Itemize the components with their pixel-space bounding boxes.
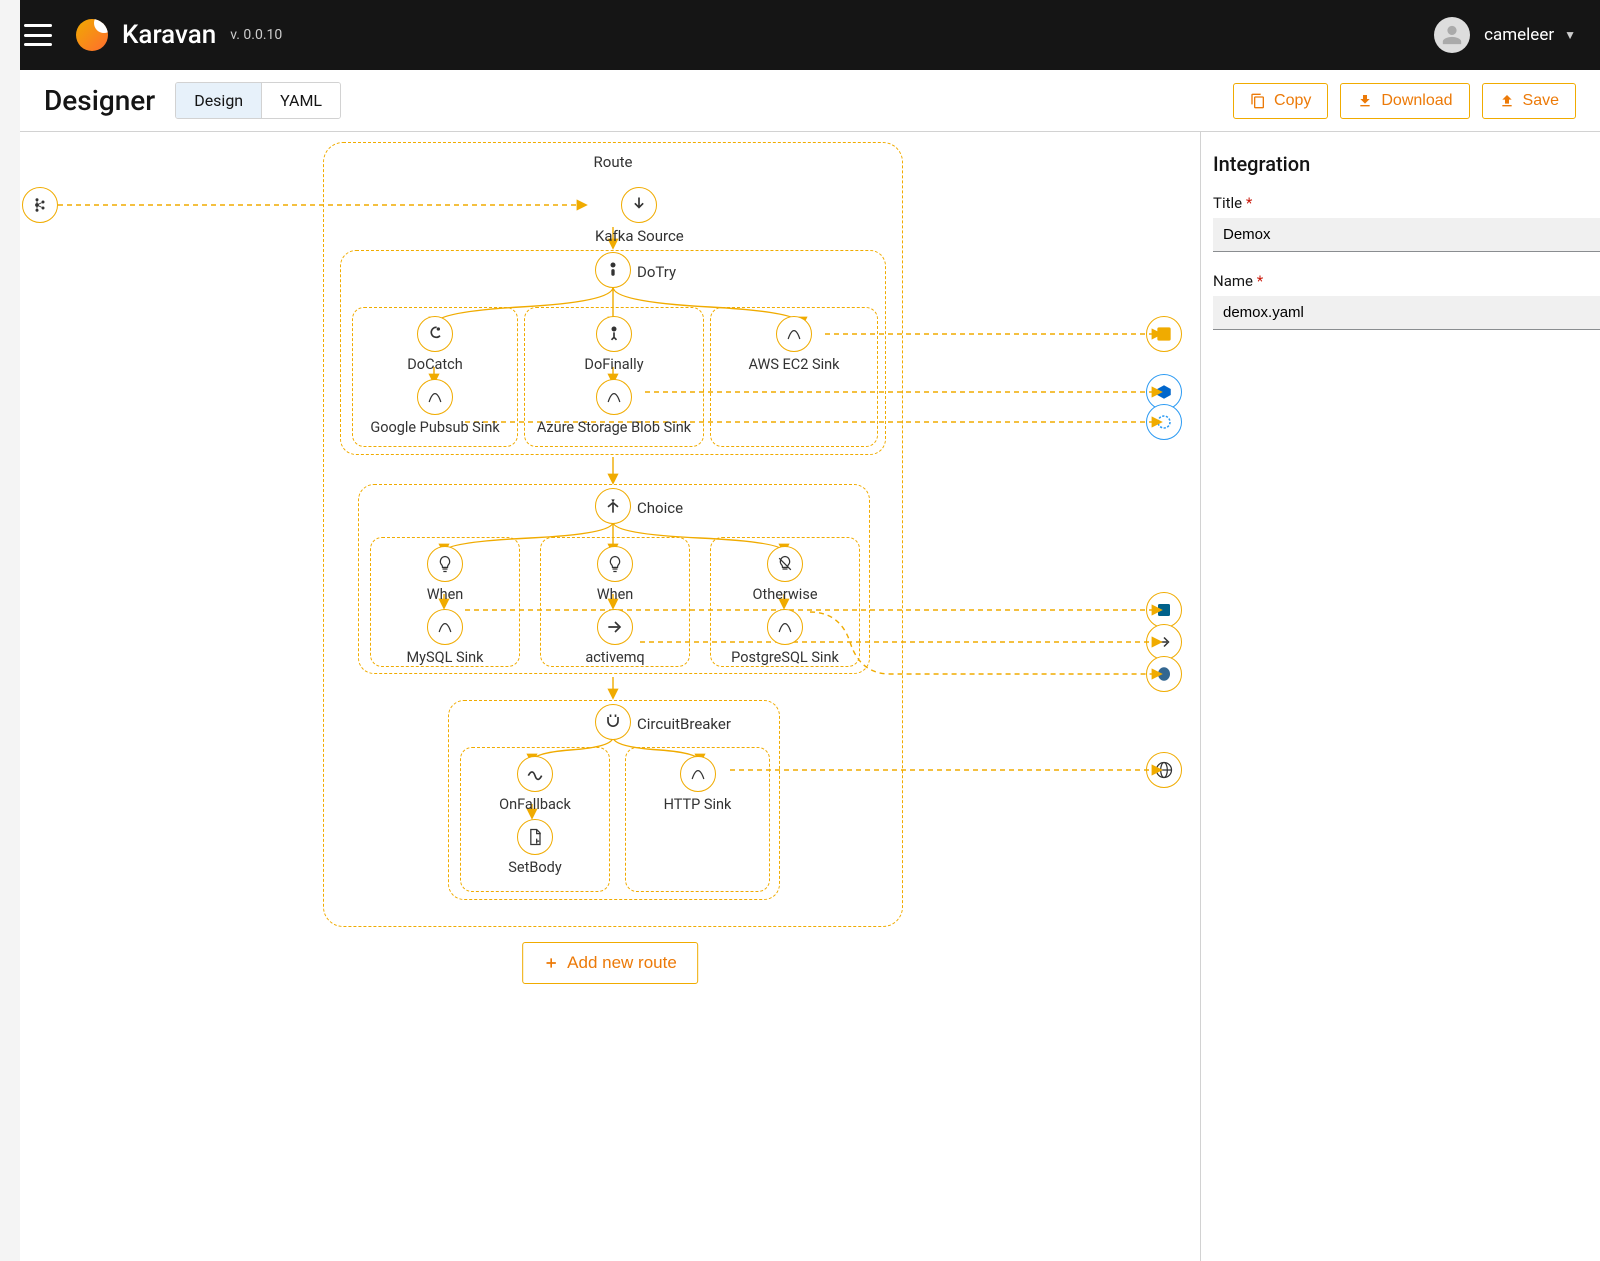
- name-input[interactable]: [1213, 296, 1600, 330]
- username[interactable]: cameleer: [1484, 25, 1554, 45]
- cell-dofinally[interactable]: DoFinally Azure Storage Blob Sink: [524, 307, 704, 447]
- title-label: Title *: [1213, 194, 1600, 212]
- node-choice[interactable]: Choice: [595, 488, 683, 524]
- user-dropdown-icon[interactable]: ▼: [1564, 28, 1576, 42]
- add-route-button[interactable]: Add new route: [522, 942, 698, 984]
- postgres-side-icon[interactable]: [1146, 656, 1182, 692]
- cell-http[interactable]: HTTP Sink: [625, 747, 770, 892]
- upload-icon: [1499, 93, 1515, 109]
- version-label: v. 0.0.10: [230, 27, 282, 43]
- cell-when2[interactable]: When activemq: [540, 537, 690, 667]
- karavan-logo: [76, 19, 108, 51]
- properties-panel: Integration Title * Name *: [1200, 132, 1600, 1261]
- mysql-side-icon[interactable]: [1146, 592, 1182, 628]
- menu-button[interactable]: [24, 24, 52, 46]
- kafka-side-icon[interactable]: [22, 187, 58, 223]
- node-circuitbreaker[interactable]: CircuitBreaker: [595, 704, 731, 740]
- page-title: Designer: [44, 84, 155, 117]
- title-input[interactable]: [1213, 218, 1600, 252]
- save-button[interactable]: Save: [1482, 83, 1576, 119]
- copy-icon: [1250, 93, 1266, 109]
- cell-when1[interactable]: When MySQL Sink: [370, 537, 520, 667]
- cell-otherwise[interactable]: Otherwise PostgreSQL Sink: [710, 537, 860, 667]
- plus-icon: [543, 955, 559, 971]
- activemq-side-icon[interactable]: [1146, 624, 1182, 660]
- panel-heading: Integration: [1213, 152, 1600, 176]
- name-label: Name *: [1213, 272, 1600, 290]
- brand-name: Karavan: [122, 20, 216, 50]
- cell-onfallback[interactable]: OnFallback SetBody: [460, 747, 610, 892]
- route-label: Route: [324, 143, 902, 171]
- tab-yaml[interactable]: YAML: [261, 83, 340, 118]
- avatar[interactable]: [1434, 17, 1470, 53]
- node-kafka-source[interactable]: Kafka Source: [595, 187, 684, 245]
- design-canvas[interactable]: Route Kafka Source DoTry DoCatch Google …: [20, 132, 1200, 1261]
- copy-button[interactable]: Copy: [1233, 83, 1328, 119]
- download-icon: [1357, 93, 1373, 109]
- tab-design[interactable]: Design: [176, 83, 261, 118]
- google-side-icon[interactable]: [1146, 404, 1182, 440]
- download-button[interactable]: Download: [1340, 83, 1469, 119]
- aws-side-icon[interactable]: [1146, 316, 1182, 352]
- cell-docatch[interactable]: DoCatch Google Pubsub Sink: [352, 307, 518, 447]
- node-dotry[interactable]: DoTry: [595, 252, 676, 288]
- cell-ec2[interactable]: AWS EC2 Sink: [710, 307, 878, 447]
- http-side-icon[interactable]: [1146, 752, 1182, 788]
